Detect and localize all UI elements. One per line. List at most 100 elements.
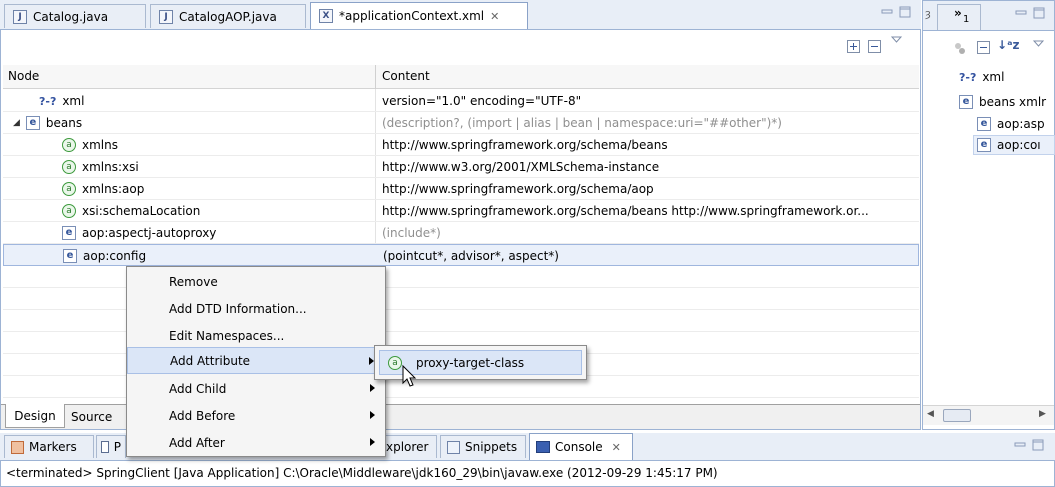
view-menu-icon[interactable] — [891, 36, 902, 44]
tab-design[interactable]: Design — [5, 404, 65, 428]
tab-label: P — [113, 440, 121, 454]
grid-header: Node Content — [3, 65, 919, 89]
tab-applicationcontext-xml[interactable]: X *applicationContext.xml ✕ — [310, 2, 528, 29]
scroll-right-icon[interactable]: ▶ — [1039, 409, 1046, 419]
close-icon[interactable]: ✕ — [490, 10, 499, 23]
outline-item[interactable]: e aop:asp — [977, 114, 1045, 134]
node-content: http://www.springframework.org/schema/ao… — [382, 182, 654, 196]
outline-tab-edge: ȝ — [925, 7, 931, 20]
tab-design-label: Design — [14, 408, 56, 423]
element-icon: e — [62, 226, 76, 240]
horizontal-scrollbar[interactable]: ◀ ▶ — [923, 405, 1054, 425]
node-name: xmlns:aop — [82, 182, 145, 196]
outline-item[interactable]: ?-? xml — [959, 67, 1004, 87]
outline-item-label: aop:asp — [997, 117, 1045, 131]
attribute-icon: a — [388, 355, 402, 370]
menu-add-dtd-information[interactable]: Add DTD Information... — [127, 295, 385, 322]
menu-add-after[interactable]: Add After — [127, 429, 385, 456]
minimize-icon[interactable] — [1014, 439, 1026, 451]
menu-add-child[interactable]: Add Child — [127, 375, 385, 402]
console-output: <terminated> SpringClient [Java Applicat… — [0, 461, 1055, 487]
outline-panel: ȝ » 1 ↓ᵃz ?-? xml e beans xmlr e aop:asp… — [922, 0, 1055, 430]
collapse-triangle-icon[interactable]: ◢ — [13, 118, 20, 128]
maximize-icon[interactable] — [899, 6, 911, 18]
menu-item-label: Remove — [169, 274, 218, 289]
outline-tab[interactable]: » 1 — [937, 4, 981, 30]
table-row[interactable]: e aop:aspectj-autoproxy (include*) — [3, 222, 919, 244]
scroll-left-icon[interactable]: ◀ — [927, 409, 934, 419]
expand-all-icon[interactable] — [847, 40, 860, 53]
tab-console[interactable]: Console ✕ — [529, 433, 633, 460]
node-name: aop:config — [83, 249, 147, 263]
node-name: beans — [45, 116, 83, 130]
collapse-all-icon[interactable] — [977, 41, 990, 54]
submenu-arrow-icon — [370, 411, 375, 419]
table-row[interactable]: a xmlns:xsi http://www.w3.org/2001/XMLSc… — [3, 156, 919, 178]
table-row[interactable]: a xmlns http://www.springframework.org/s… — [3, 134, 919, 156]
java-file-icon: J — [13, 9, 27, 24]
element-icon: e — [63, 249, 77, 263]
collapse-all-icon[interactable] — [868, 40, 881, 53]
outline-item-selected[interactable]: e aop:coı — [973, 135, 1055, 155]
minimize-icon[interactable] — [1015, 7, 1027, 19]
tab-snippets[interactable]: Snippets — [440, 435, 526, 458]
submenu-item-label: proxy-target-class — [416, 355, 525, 370]
xml-file-icon: X — [319, 9, 333, 23]
menu-add-before[interactable]: Add Before — [127, 402, 385, 429]
maximize-icon[interactable] — [1032, 439, 1044, 451]
outline-tab-bar: ȝ » 1 — [923, 1, 1054, 31]
tab-label: Snippets — [465, 440, 518, 454]
menu-item-label: Add DTD Information... — [169, 301, 307, 316]
menu-edit-namespaces[interactable]: Edit Namespaces... — [127, 322, 385, 349]
tab-catalogaop-java[interactable]: J CatalogAOP.java — [150, 4, 306, 28]
header-node[interactable]: Node — [8, 69, 39, 83]
mouse-cursor-icon — [402, 364, 417, 387]
minimize-icon[interactable] — [881, 6, 893, 18]
menu-item-label: Add Attribute — [170, 353, 251, 368]
outline-tab-count: 1 — [963, 14, 970, 25]
element-icon: e — [977, 138, 991, 152]
processing-instruction-icon: ?-? — [959, 70, 977, 84]
table-row-selected[interactable]: e aop:config (pointcut*, advisor*, aspec… — [3, 244, 919, 266]
view-menu-icon[interactable] — [1033, 40, 1044, 48]
element-icon: e — [977, 117, 991, 131]
tab-markers[interactable]: Markers — [4, 435, 94, 458]
element-icon: e — [25, 116, 40, 130]
table-row[interactable]: ?-? xml version="1.0" encoding="UTF-8" — [3, 90, 919, 112]
outline-item-label: xml — [982, 70, 1005, 84]
node-content: http://www.springframework.org/schema/be… — [382, 138, 668, 152]
header-content[interactable]: Content — [382, 69, 430, 83]
menu-remove[interactable]: Remove — [127, 268, 385, 295]
tab-properties[interactable]: P — [96, 435, 126, 458]
tab-label: Console — [555, 440, 603, 454]
tab-label: *applicationContext.xml — [339, 9, 485, 23]
processing-instruction-icon: ?-? — [39, 94, 57, 108]
scrollbar-thumb[interactable] — [943, 409, 971, 422]
table-row[interactable]: ◢ e beans (description?, (import | alias… — [3, 112, 919, 134]
node-name: aop:aspectj-autoproxy — [82, 226, 217, 240]
sort-icon[interactable]: ↓ᵃz — [997, 38, 1020, 52]
maximize-icon[interactable] — [1033, 7, 1045, 19]
tab-source[interactable]: Source — [67, 407, 116, 427]
console-status: <terminated> SpringClient [Java Applicat… — [6, 466, 718, 480]
tab-explorer[interactable]: xplorer — [380, 435, 437, 458]
menu-add-attribute[interactable]: Add Attribute — [127, 347, 385, 374]
markers-icon — [11, 440, 24, 454]
node-name: xmlns — [82, 138, 118, 152]
tab-catalog-java[interactable]: J Catalog.java — [4, 4, 146, 28]
properties-icon — [101, 441, 109, 453]
close-icon[interactable]: ✕ — [612, 441, 621, 454]
outline-item-label: beans xmlr — [979, 95, 1047, 109]
console-icon — [536, 441, 550, 453]
node-content: (pointcut*, advisor*, aspect*) — [383, 249, 559, 263]
attribute-icon: a — [62, 138, 76, 152]
table-row[interactable]: a xsi:schemaLocation http://www.springfr… — [3, 200, 919, 222]
tab-label: Markers — [29, 440, 77, 454]
filter-icon[interactable] — [953, 41, 967, 55]
table-row[interactable]: a xmlns:aop http://www.springframework.o… — [3, 178, 919, 200]
tab-label: CatalogAOP.java — [179, 9, 277, 24]
chevron-double-icon: » — [954, 6, 962, 20]
outline-item[interactable]: e beans xmlr — [959, 92, 1046, 112]
node-content: http://www.w3.org/2001/XMLSchema-instanc… — [382, 160, 660, 174]
node-name: xmlns:xsi — [82, 160, 139, 174]
